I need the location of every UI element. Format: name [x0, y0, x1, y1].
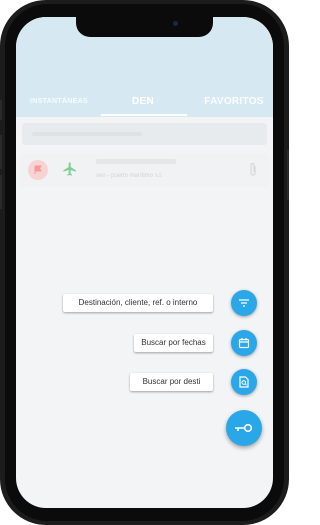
- filter-option-label[interactable]: Destinación, cliente, ref. o interno: [63, 294, 213, 312]
- power-button: [287, 150, 289, 200]
- plane-icon: [62, 161, 78, 182]
- filter-icon[interactable]: [231, 290, 257, 316]
- document-search-icon[interactable]: [231, 369, 257, 395]
- camera-icon: [173, 21, 178, 26]
- card-title-bar: [96, 159, 176, 164]
- app-screen: INSTANTÁNEAS DEN FAVORITOS ven - puerto …: [16, 17, 273, 508]
- tab-favoritos[interactable]: FAVORITOS: [198, 96, 270, 107]
- paperclip-icon[interactable]: [248, 162, 258, 183]
- destination-search-label[interactable]: Buscar por desti: [130, 373, 213, 391]
- date-search-label[interactable]: Buscar por fechas: [134, 334, 213, 352]
- search-placeholder-bar: [32, 132, 142, 136]
- tab-instantaneas[interactable]: INSTANTÁNEAS: [24, 98, 94, 105]
- active-tab-indicator: [101, 114, 187, 116]
- tab-den[interactable]: DEN: [113, 96, 173, 107]
- phone-frame: INSTANTÁNEAS DEN FAVORITOS ven - puerto …: [0, 0, 289, 525]
- notch: [76, 17, 213, 37]
- volume-down-button: [0, 175, 2, 209]
- calendar-icon[interactable]: [231, 330, 257, 356]
- volume-up-button: [0, 135, 2, 169]
- list-item[interactable]: ven - puerto marítimo s.l.: [20, 153, 269, 187]
- search-input[interactable]: [22, 123, 267, 145]
- flag-icon: [28, 160, 48, 180]
- key-icon[interactable]: [226, 410, 262, 446]
- card-subtitle: ven - puerto marítimo s.l.: [96, 173, 163, 179]
- tab-bar: INSTANTÁNEAS DEN FAVORITOS: [16, 91, 273, 116]
- side-button: [0, 100, 2, 120]
